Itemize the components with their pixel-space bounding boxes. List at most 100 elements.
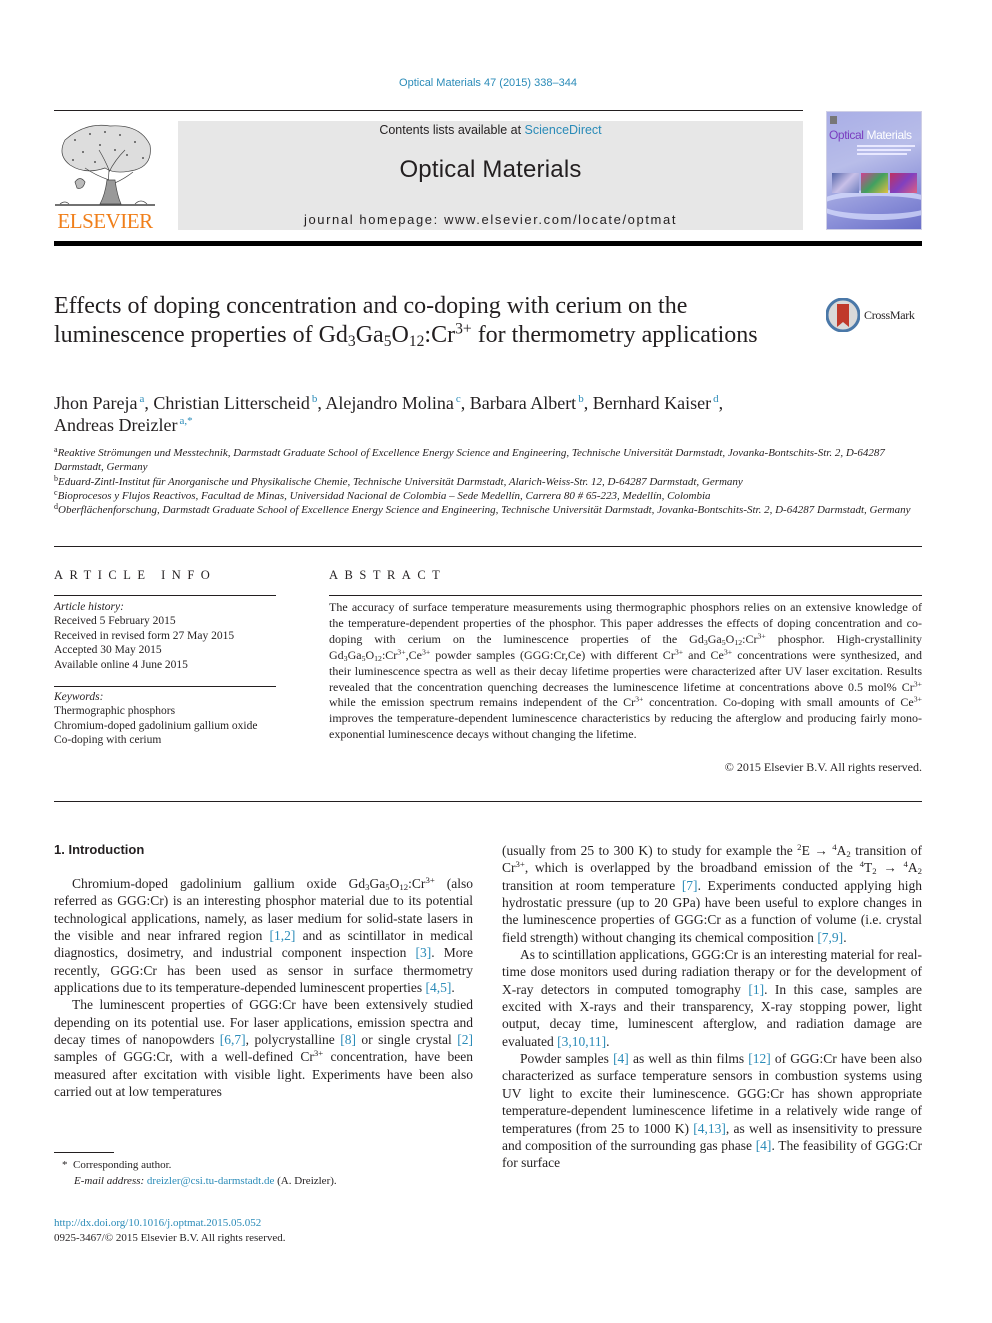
elsevier-wordmark: ELSEVIER <box>57 209 153 233</box>
superscript: 3+ <box>421 647 431 657</box>
body-column-right: (usually from 25 to 300 K) to study for … <box>502 842 922 1172</box>
affiliation-text: Bioprocesos y Flujos Reactivos, Facultad… <box>57 489 711 502</box>
affiliation-text: Oberflächenforschung, Darmstadt Graduate… <box>58 504 911 517</box>
citation-link[interactable]: [7] <box>682 878 698 893</box>
subscript: 12 <box>408 332 425 350</box>
body-column-left: Chromium-doped gadolinium gallium oxide … <box>54 875 473 1100</box>
superscript: 4 <box>903 859 908 870</box>
author-affiliation-marker[interactable]: a,* <box>179 415 192 427</box>
author-name[interactable]: Alejandro Molina <box>325 393 453 413</box>
superscript: 3+ <box>757 631 766 641</box>
cover-logo-icon <box>830 116 837 124</box>
cover-subtitle-line <box>857 145 915 147</box>
citation-link[interactable]: [3,10,11] <box>557 1034 606 1049</box>
crossmark-icon <box>826 298 860 332</box>
header-thick-divider <box>54 241 922 246</box>
keywords: Keywords: Thermographic phosphors Chromi… <box>54 690 276 748</box>
citation-link[interactable]: [4,13] <box>693 1121 726 1136</box>
superscript: 2 <box>797 842 802 853</box>
superscript: 3+ <box>674 647 684 657</box>
citation-link[interactable]: [1] <box>748 982 764 997</box>
superscript: 3+ <box>913 679 922 689</box>
subscript: 12 <box>734 637 743 647</box>
crossmark-badge[interactable]: CrossMark <box>826 298 926 334</box>
subscript: 5 <box>385 882 390 893</box>
affiliation-text: Reaktive Strömungen und Messtechnik, Dar… <box>54 447 885 474</box>
email-suffix: (A. Dreizler). <box>274 1175 337 1187</box>
contents-prefix: Contents lists available at <box>379 123 525 137</box>
subscript: 2 <box>917 866 922 877</box>
superscript: 3+ <box>313 1048 324 1059</box>
email-link[interactable]: dreizler@csi.tu-darmstadt.de <box>147 1175 274 1187</box>
history-item: Accepted 30 May 2015 <box>54 644 162 657</box>
article-info-heading: ARTICLE INFO <box>54 568 217 582</box>
citation-link[interactable]: [12] <box>748 1051 771 1066</box>
superscript: 3+ <box>397 647 406 657</box>
subscript: 3 <box>365 882 370 893</box>
homepage-link[interactable]: www.elsevier.com/locate/optmat <box>444 212 677 227</box>
author-affiliation-marker[interactable]: b <box>578 393 584 405</box>
article-history-label: Article history: <box>54 601 124 613</box>
affiliation-item: dOberflächenforschung, Darmstadt Graduat… <box>54 503 922 517</box>
subscript: 3 <box>703 637 708 647</box>
corresponding-author-note: * Corresponding author. <box>62 1157 482 1173</box>
citation-link[interactable]: [4] <box>613 1051 629 1066</box>
subscript: 5 <box>721 637 726 647</box>
author-affiliation-marker[interactable]: c <box>456 393 461 405</box>
author-name[interactable]: Bernhard Kaiser <box>593 393 711 413</box>
journal-cover-thumbnail[interactable]: Optical Materials <box>826 111 922 230</box>
superscript: 4 <box>832 842 837 853</box>
author-list: Jhon Pareja a, Christian Litterscheid b, A… <box>54 393 724 435</box>
abstract-heading: ABSTRACT <box>329 568 447 582</box>
citation-link[interactable]: [3] <box>415 945 431 960</box>
citation-link[interactable]: [7,9] <box>817 930 843 945</box>
doi-link[interactable]: http://dx.doi.org/10.1016/j.optmat.2015.… <box>54 1216 474 1231</box>
author-name[interactable]: Jhon Pareja <box>54 393 137 413</box>
citation-link[interactable]: [8] <box>340 1032 356 1047</box>
subscript: 2 <box>872 866 877 877</box>
citation-link[interactable]: [1,2] <box>270 928 296 943</box>
sciencedirect-link[interactable]: ScienceDirect <box>525 123 602 137</box>
author-affiliation-marker[interactable]: d <box>713 393 719 405</box>
author-name[interactable]: Christian Litterscheid <box>153 393 309 413</box>
cover-subtitle-line <box>857 149 911 151</box>
citation-link[interactable]: [4,5] <box>426 980 452 995</box>
keyword-item: Co-doping with cerium <box>54 734 162 747</box>
elsevier-tree-icon <box>55 120 155 208</box>
article-title: Effects of doping concentration and co-d… <box>54 293 758 350</box>
header-divider <box>54 110 803 111</box>
article-info-divider <box>54 595 276 596</box>
paragraph: As to scintillation applications, GGG:Cr… <box>502 947 923 1049</box>
subscript: 3 <box>343 653 348 663</box>
elsevier-logo[interactable]: ELSEVIER <box>54 120 156 232</box>
issn-copyright: 0925-3467/© 2015 Elsevier B.V. All right… <box>54 1232 286 1244</box>
subscript: 12 <box>374 653 382 663</box>
superscript: 3+ <box>913 695 922 705</box>
superscript: 4 <box>859 859 864 870</box>
affiliation-text: Eduard-Zintl-Institut für Anorganische u… <box>58 475 743 488</box>
superscript: 3+ <box>455 319 472 337</box>
author-name[interactable]: Barbara Albert <box>470 393 576 413</box>
abstract-text: The accuracy of surface temperature meas… <box>329 600 922 742</box>
author-affiliation-marker[interactable]: b <box>312 393 318 405</box>
history-item: Received 5 February 2015 <box>54 615 176 628</box>
citation-link[interactable]: [4] <box>756 1138 772 1153</box>
citation-link[interactable]: [2] <box>457 1032 473 1047</box>
journal-name: Optical Materials <box>399 156 582 183</box>
journal-citation[interactable]: Optical Materials 47 (2015) 338–344 <box>0 77 976 89</box>
doi-block: http://dx.doi.org/10.1016/j.optmat.2015.… <box>54 1216 474 1246</box>
subscript: 2 <box>846 849 851 860</box>
citation-link[interactable]: [6,7] <box>220 1032 246 1047</box>
subscript: 5 <box>361 653 366 663</box>
cover-image <box>890 173 917 193</box>
keyword-item: Chromium-doped gadolinium gallium oxide <box>54 719 258 732</box>
author-name[interactable]: Andreas Dreizler <box>54 415 177 435</box>
author-affiliation-marker[interactable]: a <box>139 393 144 405</box>
affiliation-item: bEduard-Zintl-Institut für Anorganische … <box>54 474 922 489</box>
history-item: Available online 4 June 2015 <box>54 658 188 671</box>
paragraph: Chromium-doped gadolinium gallium oxide … <box>54 875 473 996</box>
keywords-divider <box>54 686 276 687</box>
cover-title-part2: Materials <box>866 128 912 142</box>
homepage-prefix: journal homepage: <box>303 212 445 227</box>
abstract-copyright: © 2015 Elsevier B.V. All rights reserved… <box>724 760 922 774</box>
